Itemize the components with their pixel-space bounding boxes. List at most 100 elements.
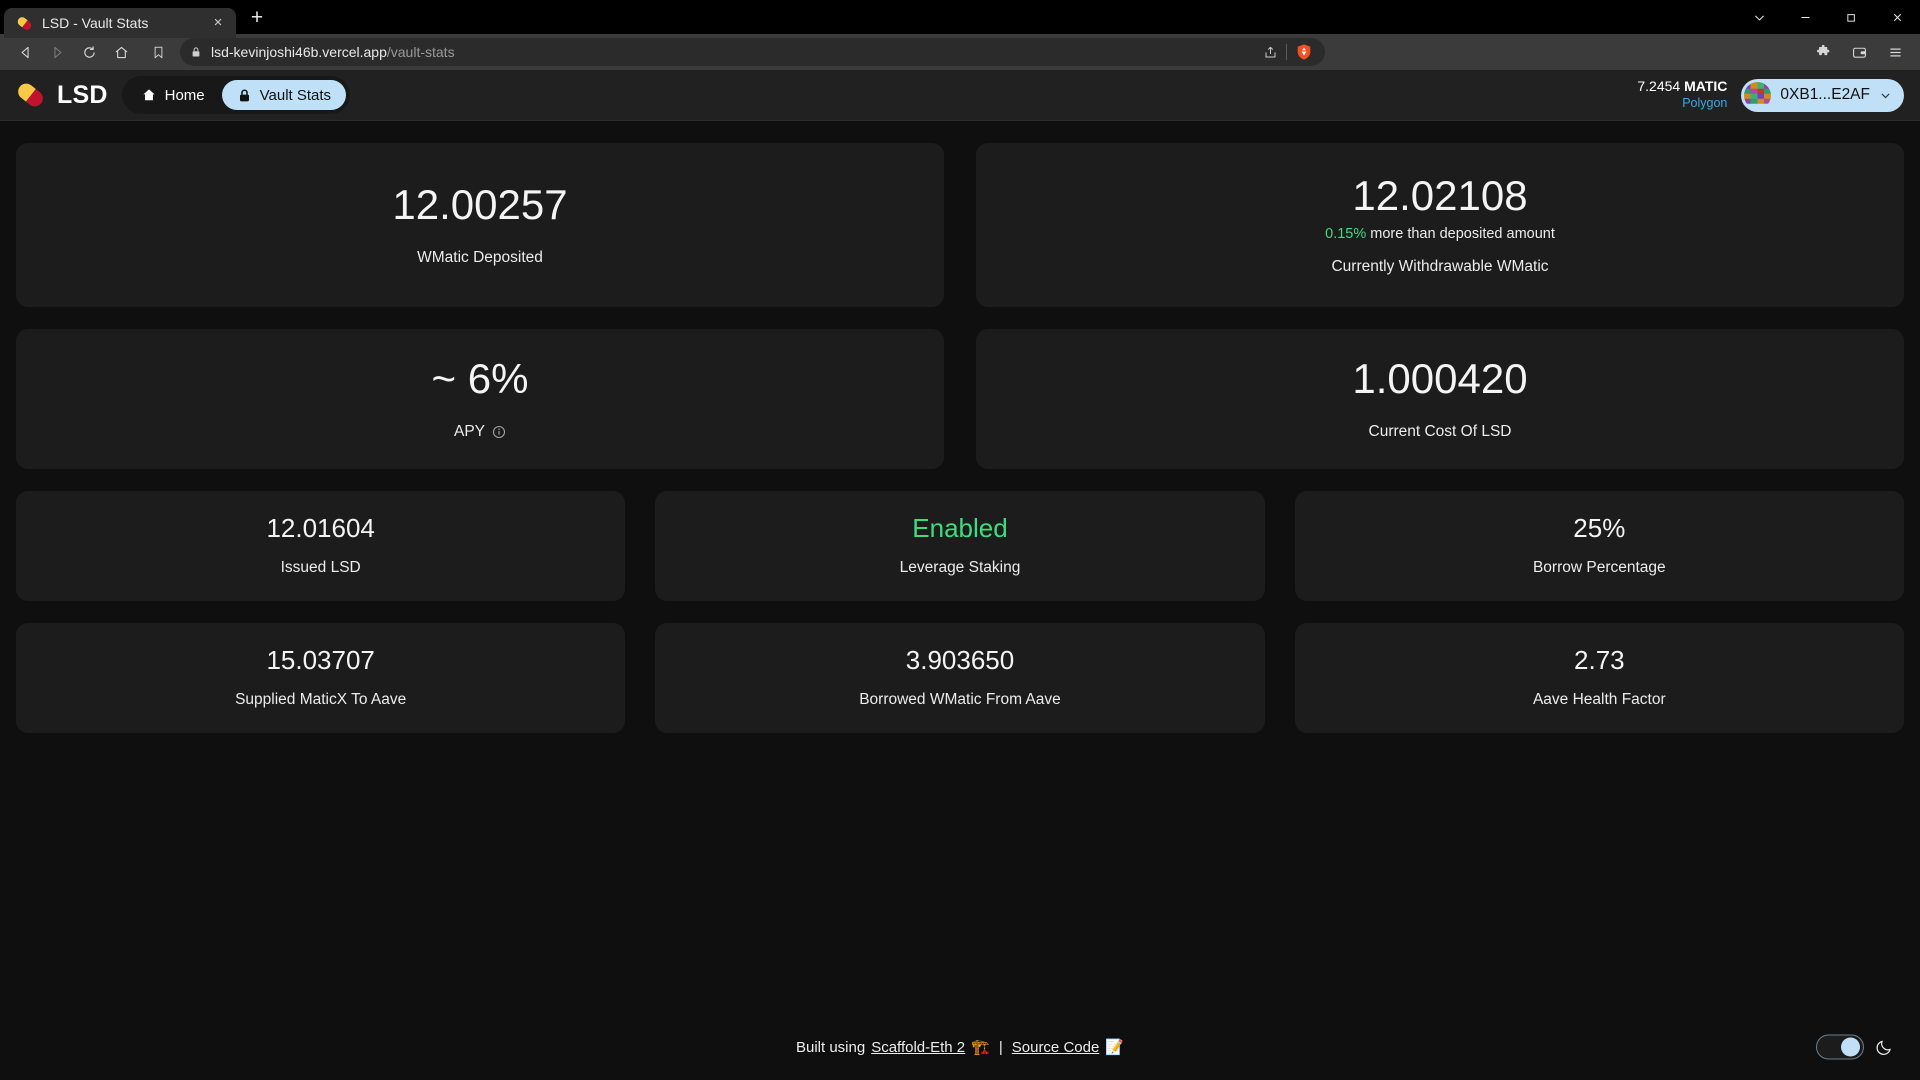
footer-credits: Built using Scaffold-Eth 2 🏗️ | Source C… bbox=[795, 1038, 1124, 1057]
construction-emoji-icon: 🏗️ bbox=[971, 1039, 990, 1056]
stat-card-borrow-percentage: 25% Borrow Percentage bbox=[1294, 491, 1904, 601]
close-icon[interactable] bbox=[1874, 0, 1920, 34]
stat-card-issued-lsd: 12.01604 Issued LSD bbox=[16, 491, 626, 601]
omnibox-wrapper: lsd-kevinjoshi46b.vercel.app/vault-stats bbox=[138, 38, 1800, 66]
pill-icon bbox=[16, 15, 33, 32]
menu-icon[interactable] bbox=[1880, 38, 1910, 66]
stat-label: Borrow Percentage bbox=[1532, 558, 1666, 576]
stat-card-borrowed-wmatic-from-aave: 3.903650 Borrowed WMatic From Aave bbox=[655, 623, 1265, 733]
stat-value: 15.03707 bbox=[266, 645, 375, 676]
stat-value: 12.02108 bbox=[1352, 172, 1528, 220]
stat-value: ~ 6% bbox=[431, 354, 529, 402]
stat-value: 12.00257 bbox=[392, 180, 568, 228]
moon-icon bbox=[1875, 1038, 1894, 1057]
stat-label: APY bbox=[453, 423, 485, 441]
divider bbox=[1286, 44, 1287, 60]
browser-toolbar: lsd-kevinjoshi46b.vercel.app/vault-stats bbox=[0, 34, 1920, 70]
stat-label: Issued LSD bbox=[280, 558, 361, 576]
stat-label: Currently Withdrawable WMatic bbox=[1331, 257, 1549, 275]
balance-value: 7.2454 bbox=[1637, 78, 1681, 95]
app-footer: Built using Scaffold-Eth 2 🏗️ | Source C… bbox=[0, 1014, 1920, 1080]
stat-card-leverage-staking: Enabled Leverage Staking bbox=[655, 491, 1265, 601]
lock-icon bbox=[190, 46, 202, 58]
stat-card-aave-health-factor: 2.73 Aave Health Factor bbox=[1294, 623, 1904, 733]
tab-title: LSD - Vault Stats bbox=[42, 15, 149, 31]
browser-titlebar: LSD - Vault Stats × + bbox=[0, 0, 1920, 38]
share-icon[interactable] bbox=[1263, 45, 1278, 60]
account-button[interactable]: 0XB1...E2AF bbox=[1741, 78, 1904, 112]
lsd-pill-logo bbox=[16, 80, 46, 110]
stat-card-supplied-maticx-to-aave: 15.03707 Supplied MaticX To Aave bbox=[16, 623, 626, 733]
bookmark-icon[interactable] bbox=[144, 38, 172, 66]
info-icon[interactable] bbox=[492, 425, 506, 439]
balance-symbol: MATIC bbox=[1684, 78, 1728, 95]
browser-tab[interactable]: LSD - Vault Stats × bbox=[4, 8, 236, 38]
lock-icon bbox=[237, 88, 252, 103]
restore-icon[interactable] bbox=[1828, 0, 1874, 34]
home-icon bbox=[141, 87, 157, 103]
stats-row-3: 12.01604 Issued LSD Enabled Leverage Sta… bbox=[16, 491, 1904, 601]
stat-card-current-cost-of-lsd: 1.000420 Current Cost Of LSD bbox=[976, 329, 1904, 469]
address-bar[interactable]: lsd-kevinjoshi46b.vercel.app/vault-stats bbox=[180, 38, 1325, 66]
stats-row-1: 12.00257 WMatic Deposited 12.02108 0.15%… bbox=[16, 143, 1904, 307]
new-tab-button[interactable]: + bbox=[242, 4, 272, 34]
home-icon[interactable] bbox=[106, 38, 136, 66]
stats-row-2: ~ 6% APY 1.000420 Current Cost Of LSD bbox=[16, 329, 1904, 469]
brave-shields-icon[interactable] bbox=[1295, 42, 1315, 62]
url-text: lsd-kevinjoshi46b.vercel.app/vault-stats bbox=[211, 44, 455, 60]
extensions-puzzle-icon[interactable] bbox=[1808, 38, 1838, 66]
browser-window: LSD - Vault Stats × + lsd-kevinjoshi46b.… bbox=[0, 0, 1920, 1080]
back-icon[interactable] bbox=[10, 38, 40, 66]
toolbar-right-actions bbox=[1802, 38, 1910, 66]
nav-item-vault-stats-label: Vault Stats bbox=[259, 86, 332, 104]
stat-label: Leverage Staking bbox=[899, 558, 1021, 576]
stats-row-4: 15.03707 Supplied MaticX To Aave 3.90365… bbox=[16, 623, 1904, 733]
stat-value: 25% bbox=[1573, 513, 1626, 544]
url-host: lsd-kevinjoshi46b.vercel.app bbox=[211, 44, 387, 60]
theme-switcher bbox=[1816, 1034, 1894, 1060]
balance-amount: 7.2454 MATIC bbox=[1637, 78, 1727, 96]
stats-content: 12.00257 WMatic Deposited 12.02108 0.15%… bbox=[0, 121, 1920, 1014]
tab-strip: LSD - Vault Stats × + bbox=[0, 0, 272, 38]
chevron-down-icon bbox=[1879, 89, 1892, 102]
omnibox-actions bbox=[1263, 42, 1315, 62]
source-code-link[interactable]: Source Code bbox=[1012, 1039, 1100, 1056]
stat-label: Supplied MaticX To Aave bbox=[235, 690, 407, 708]
brand[interactable]: LSD bbox=[16, 80, 108, 110]
stat-card-apy: ~ 6% APY bbox=[16, 329, 944, 469]
minimize-icon[interactable] bbox=[1782, 0, 1828, 34]
theme-toggle[interactable] bbox=[1816, 1034, 1864, 1060]
stat-sub-percent: 0.15% bbox=[1325, 225, 1367, 242]
wallet-icon[interactable] bbox=[1844, 38, 1874, 66]
forward-icon[interactable] bbox=[42, 38, 72, 66]
stat-label: Borrowed WMatic From Aave bbox=[859, 690, 1061, 708]
window-controls bbox=[1736, 0, 1920, 34]
built-using-text: Built using bbox=[795, 1038, 866, 1056]
main-nav: Home Vault Stats bbox=[121, 76, 351, 114]
account-address: 0XB1...E2AF bbox=[1780, 86, 1870, 103]
stat-value: 12.01604 bbox=[266, 513, 375, 544]
network-label: Polygon bbox=[1682, 95, 1728, 110]
web-page: LSD Home Vault Stats 7.2454 MATIC Polygo… bbox=[0, 70, 1920, 1080]
stat-card-withdrawable-wmatic: 12.02108 0.15% more than deposited amoun… bbox=[976, 143, 1904, 307]
stat-card-wmatic-deposited: 12.00257 WMatic Deposited bbox=[16, 143, 944, 307]
stat-label: Current Cost Of LSD bbox=[1368, 423, 1512, 441]
stat-value: 3.903650 bbox=[905, 645, 1015, 676]
nav-item-home-label: Home bbox=[164, 86, 205, 104]
wallet-balance[interactable]: 7.2454 MATIC Polygon bbox=[1637, 78, 1727, 111]
nav-item-home[interactable]: Home bbox=[126, 80, 220, 110]
close-icon[interactable]: × bbox=[208, 13, 228, 33]
wallet-area: 7.2454 MATIC Polygon 0XB1...E2AF bbox=[1637, 78, 1904, 112]
reload-icon[interactable] bbox=[74, 38, 104, 66]
stat-subtext: 0.15% more than deposited amount bbox=[1325, 226, 1555, 242]
memo-emoji-icon: 📝 bbox=[1105, 1039, 1124, 1056]
scaffold-eth-link[interactable]: Scaffold-Eth 2 bbox=[871, 1039, 965, 1056]
toggle-knob bbox=[1841, 1037, 1860, 1057]
nav-item-vault-stats[interactable]: Vault Stats bbox=[221, 80, 347, 110]
app-header: LSD Home Vault Stats 7.2454 MATIC Polygo… bbox=[0, 70, 1920, 121]
tab-search-chevron-icon[interactable] bbox=[1736, 0, 1782, 34]
brand-name: LSD bbox=[57, 80, 108, 109]
blockie-avatar bbox=[1744, 81, 1772, 109]
stat-value: 1.000420 bbox=[1352, 354, 1528, 402]
stat-sub-text: more than deposited amount bbox=[1366, 225, 1555, 242]
